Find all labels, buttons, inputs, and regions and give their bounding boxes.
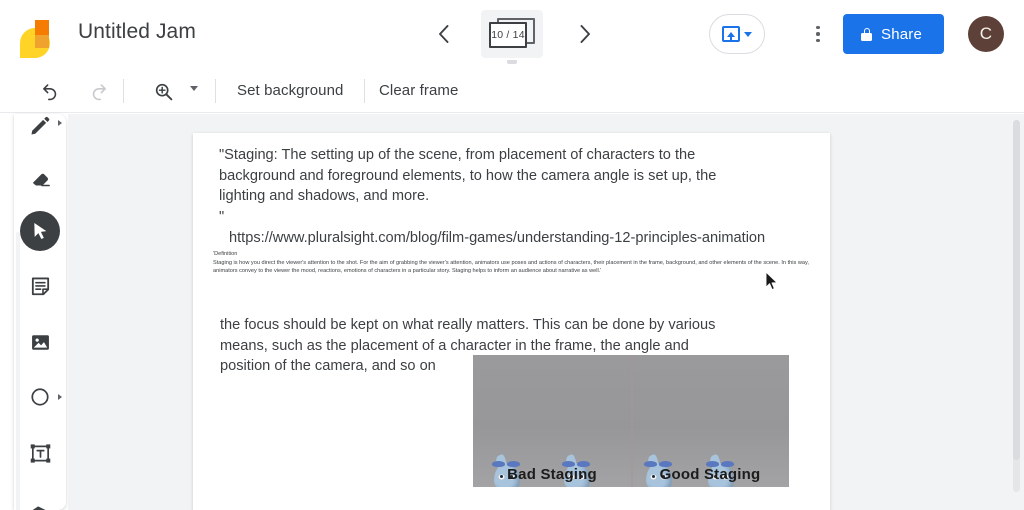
- sidebar-item-select[interactable]: [20, 211, 60, 251]
- sidebar-item-laser[interactable]: [20, 488, 60, 510]
- zoom-options-caret-icon[interactable]: [190, 86, 198, 91]
- sidebar-item-shape[interactable]: [20, 377, 62, 417]
- frames-icon: 10 / 14: [489, 18, 535, 50]
- toolbar-divider: [123, 79, 124, 103]
- set-background-button[interactable]: Set background: [237, 82, 343, 99]
- pen-flyout-arrow-icon[interactable]: [58, 120, 62, 126]
- share-button-label: Share: [881, 25, 923, 43]
- sidebar-item-sticky-note[interactable]: [20, 266, 60, 306]
- laser-pointer-icon: [31, 505, 47, 510]
- sidebar-item-pen[interactable]: [20, 114, 62, 146]
- present-button[interactable]: [709, 14, 765, 54]
- canvas-scrollbar[interactable]: [1013, 120, 1020, 492]
- kebab-dot: [816, 25, 820, 30]
- avatar[interactable]: C: [968, 16, 1004, 52]
- kebab-dot: [816, 32, 820, 36]
- app-header: Untitled Jam 10 / 14 Share C: [0, 0, 1024, 68]
- undo-button[interactable]: [33, 75, 65, 107]
- text-box-icon: [30, 443, 50, 463]
- kebab-dot: [816, 38, 820, 43]
- chevron-right-icon: [580, 25, 590, 43]
- quote-text-block[interactable]: "Staging: The setting up of the scene, f…: [219, 145, 727, 227]
- definition-text-block[interactable]: 'Definition Staging is how you direct th…: [213, 250, 815, 276]
- toolbar-divider: [364, 79, 365, 103]
- jam-frame[interactable]: "Staging: The setting up of the scene, f…: [193, 133, 830, 510]
- definition-body: Staging is how you direct the viewer's a…: [213, 260, 809, 275]
- eraser-icon: [32, 173, 50, 186]
- canvas-scrollbar-thumb[interactable]: [1013, 120, 1020, 460]
- present-upload-icon: [722, 26, 740, 42]
- zoom-in-icon: [155, 83, 172, 100]
- definition-title: 'Definition: [213, 251, 238, 257]
- zoom-in-button[interactable]: [147, 75, 179, 107]
- previous-frame-button[interactable]: [427, 18, 459, 50]
- source-url-text[interactable]: https://www.pluralsight.com/blog/film-ga…: [229, 228, 809, 248]
- pen-icon: [31, 116, 50, 135]
- secondary-toolbar: Set background Clear frame: [0, 68, 1024, 113]
- sidebar-item-text-box[interactable]: [20, 433, 60, 473]
- sticky-note-icon: [31, 277, 49, 295]
- canvas-area[interactable]: "Staging: The setting up of the scene, f…: [68, 114, 1024, 510]
- more-actions-button[interactable]: [808, 18, 828, 50]
- frame-counter-nub: [507, 60, 517, 64]
- chevron-left-icon: [438, 25, 448, 43]
- jamboard-logo: [16, 12, 60, 58]
- toolbar-divider: [215, 79, 216, 103]
- logo-bar-shape: [35, 20, 49, 48]
- frame-counter-button[interactable]: 10 / 14: [481, 10, 543, 64]
- page-title[interactable]: Untitled Jam: [78, 20, 196, 44]
- lock-icon: [861, 27, 872, 41]
- frame-counter-label: 10 / 14: [491, 29, 525, 41]
- shape-flyout-arrow-icon[interactable]: [58, 394, 62, 400]
- frame-icon-front: 10 / 14: [489, 22, 527, 48]
- image-icon: [31, 334, 49, 350]
- jamboard-app: Untitled Jam 10 / 14 Share C Set backgro…: [0, 0, 1024, 510]
- clear-frame-button[interactable]: Clear frame: [379, 82, 458, 99]
- redo-button[interactable]: [83, 75, 115, 107]
- chevron-down-icon[interactable]: [744, 31, 752, 37]
- bad-staging-label: Bad Staging: [507, 466, 597, 483]
- sidebar-item-eraser[interactable]: [20, 159, 60, 199]
- sidebar-scrollbar[interactable]: [16, 232, 20, 510]
- good-staging-label: Good Staging: [659, 466, 761, 483]
- next-frame-button[interactable]: [569, 18, 601, 50]
- circle-shape-icon: [31, 388, 49, 406]
- cursor-icon: [34, 223, 47, 239]
- undo-icon: [42, 83, 56, 100]
- tool-sidebar: [14, 114, 66, 510]
- share-button[interactable]: Share: [843, 14, 945, 54]
- staging-comparison-image[interactable]: Bad Staging Good Staging: [473, 355, 789, 487]
- sidebar-item-image[interactable]: [20, 322, 60, 362]
- redo-icon: [92, 83, 106, 100]
